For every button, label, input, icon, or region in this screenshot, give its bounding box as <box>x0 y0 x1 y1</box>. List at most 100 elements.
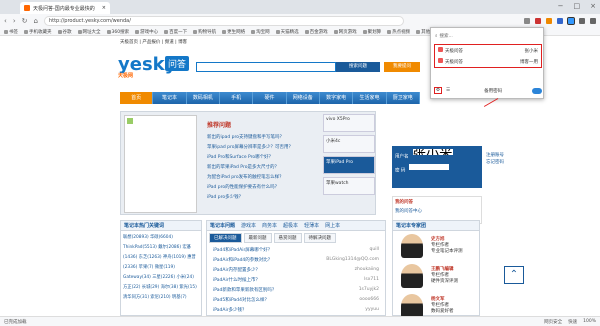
status-item[interactable]: 快速 <box>568 319 577 325</box>
keyword-tag[interactable]: 索尼(210) <box>150 295 170 300</box>
category-link[interactable]: 网上本 <box>325 221 340 230</box>
popup-search-input[interactable]: 搜索... <box>440 33 453 39</box>
expert-card[interactable]: 王鹏飞编辑 专栏作者 硬件资深评测 <box>393 261 479 291</box>
slider-link[interactable]: 新出的苹果iPad Pro是多大尺寸的？ <box>207 164 293 174</box>
bookmark-item[interactable]: 天猫精选 <box>275 29 299 35</box>
keyword-tag[interactable]: 方正(22) <box>123 285 140 290</box>
keyword-tag[interactable]: 微星(119) <box>155 265 175 270</box>
minimize-icon[interactable]: − <box>558 2 564 10</box>
expert-card[interactable]: 杨文军 专栏作者 数码爱好者 <box>393 291 479 316</box>
list-item[interactable]: iPadAir什么时候上市？ lsx711 <box>213 277 379 287</box>
keyword-tag[interactable]: ThinkPad(5513) <box>123 245 157 250</box>
keyword-tag[interactable]: 戴尔(2086) <box>158 245 181 250</box>
bookmark-item[interactable]: 书签 <box>4 29 18 35</box>
keyword-tag[interactable]: 联想(20893) <box>123 235 149 240</box>
bookmark-item[interactable]: 淘宝网 <box>251 29 270 35</box>
extension-icon[interactable] <box>524 18 530 24</box>
maximize-icon[interactable]: □ <box>574 2 581 10</box>
category-link[interactable]: 轻薄本 <box>304 221 319 230</box>
menu-icon[interactable] <box>590 18 596 24</box>
list-item[interactable]: iPad5和iPad4对比怎么样？ oooo666 <box>213 297 379 307</box>
slider-link[interactable]: 苹果ipad pro屏幕分辨率是多少？可否用？ <box>207 144 293 154</box>
list-item[interactable]: 天极问答 博客一用 <box>435 56 541 67</box>
extension-icon[interactable] <box>546 18 552 24</box>
nav-item[interactable]: 手机 <box>220 92 254 104</box>
reload-icon[interactable]: ↻ <box>22 17 28 25</box>
extension-icon[interactable] <box>535 18 541 24</box>
nav-item[interactable]: 数码相机 <box>187 92 220 104</box>
keyword-tag[interactable]: 紫光(15) <box>179 285 196 290</box>
close-window-icon[interactable]: × <box>590 2 596 10</box>
keyword-tag[interactable]: 神舟(1019) <box>163 255 186 260</box>
nav-item[interactable]: 厨卫家电 <box>387 92 420 104</box>
back-icon[interactable]: ‹ <box>4 17 7 25</box>
back-to-top-button[interactable]: ⌃ <box>504 266 524 284</box>
slider-thumb[interactable]: vivo X5Pro <box>323 114 375 132</box>
popup-search[interactable]: ⌕ 搜索... <box>435 31 539 41</box>
home-icon[interactable]: ⌂ <box>34 17 38 25</box>
password-manager-icon[interactable] <box>567 17 575 25</box>
keyword-tag[interactable]: 清华同方(31) <box>123 295 149 300</box>
forgot-password-link[interactable]: 忘记密码 <box>486 159 504 166</box>
slider-link[interactable]: iPad pro的性能保护要去有什么吗？ <box>207 184 293 194</box>
nav-item[interactable]: 网络设备 <box>287 92 320 104</box>
username-input[interactable] <box>412 149 453 155</box>
bookmark-item[interactable]: 网址大全 <box>77 29 101 35</box>
search-input[interactable] <box>196 62 336 72</box>
featured-image[interactable] <box>124 115 197 213</box>
nav-item[interactable]: 生活家电 <box>353 92 387 104</box>
list-item[interactable]: iPadAir和iPad4的参数对比？ BLGking1314@QQ.com <box>213 257 379 267</box>
keyword-tag[interactable]: 长城(29) <box>142 285 159 290</box>
tab-solved[interactable]: 已解决问题 <box>209 233 242 243</box>
bookmark-item[interactable]: 手机收藏夹 <box>24 29 52 35</box>
list-item[interactable]: iPadAir内存配置多少？ zhoukaiing <box>213 267 379 277</box>
category-link[interactable]: 商务本 <box>262 221 277 230</box>
keyword-tag[interactable]: 小米(24) <box>176 275 193 280</box>
keyword-tag[interactable]: 苹果(7) <box>139 265 154 270</box>
status-item[interactable]: 网页安全 <box>544 319 562 325</box>
tab-latest[interactable]: 最新问题 <box>243 233 272 243</box>
nav-item[interactable]: 首页 <box>120 92 154 104</box>
download-icon[interactable] <box>579 18 585 24</box>
bookmark-item[interactable]: 360搜索 <box>106 29 129 35</box>
tab-reward[interactable]: 悬赏问题 <box>273 233 302 243</box>
slider-link[interactable]: iPad pro多少钱？ <box>207 194 293 204</box>
settings-icon[interactable]: ⚙ <box>434 87 443 94</box>
bookmark-item[interactable]: 百金游戏 <box>304 29 328 35</box>
list-item[interactable]: iPad新款和苹果新款有区别吗？ 1s7uyjk2 <box>213 287 379 297</box>
bookmark-item[interactable]: 聚划算 <box>362 29 381 35</box>
search-button[interactable]: 搜索问题 <box>336 62 380 72</box>
slider-link[interactable]: 为配合iPad pro发布的触控笔怎么样？ <box>207 174 293 184</box>
list-item[interactable]: iPadAir多少钱？ yyyuu <box>213 307 379 316</box>
expert-card[interactable]: 史方旭 专栏作者 专业笔记本评测 <box>393 231 479 261</box>
bookmark-item[interactable]: 更生网络 <box>222 29 245 35</box>
keyword-tag[interactable]: 海尔(38) <box>161 285 178 290</box>
toggle-switch[interactable] <box>532 87 542 94</box>
password-input[interactable] <box>409 163 450 170</box>
top-links[interactable]: 天极首页 | 产品报价 | 频道 | 博客 <box>120 39 187 45</box>
keyword-tag[interactable]: 东芝(1263) <box>139 255 162 260</box>
keyword-tag[interactable]: 明基(7) <box>172 295 187 300</box>
tab-pending[interactable]: 待解决问题 <box>303 233 336 243</box>
list-item[interactable]: 天极问答 张小米 <box>435 45 541 56</box>
bookmark-item[interactable]: 游戏中心 <box>135 29 158 35</box>
list-icon[interactable]: ☰ <box>446 88 450 93</box>
slider-link[interactable]: 新出的ipad pro支持键盘和手写笔吗？ <box>207 134 293 144</box>
url-input[interactable]: http://product.yesky.com/wenda/ <box>43 16 404 26</box>
bookmark-item[interactable]: 谷歌 <box>57 29 72 35</box>
zoom-level[interactable]: 100% <box>583 319 596 324</box>
nav-item[interactable]: 笔记本 <box>153 92 187 104</box>
keyword-tag[interactable]: 三星(2226) <box>152 275 175 280</box>
category-link[interactable]: 超极本 <box>283 221 298 230</box>
forward-icon[interactable]: › <box>13 17 16 25</box>
bookmark-item[interactable]: 购物导航 <box>193 29 216 35</box>
ask-button[interactable]: 我要提问 <box>384 62 420 72</box>
nav-item[interactable]: 数字家电 <box>320 92 354 104</box>
keyword-tag[interactable]: 华硕(6604) <box>150 235 173 240</box>
slider-thumb[interactable]: 苹果iPad Pro <box>323 156 375 174</box>
slider-thumb[interactable]: 苹果watch <box>323 177 375 195</box>
bookmark-item[interactable]: 百度一下 <box>164 29 187 35</box>
keyword-tag[interactable]: Gateway(34) <box>123 275 151 280</box>
nav-item[interactable]: 硬件 <box>253 92 287 104</box>
slider-link[interactable]: iPad Pro和Surface Pro哪个好？ <box>207 154 293 164</box>
